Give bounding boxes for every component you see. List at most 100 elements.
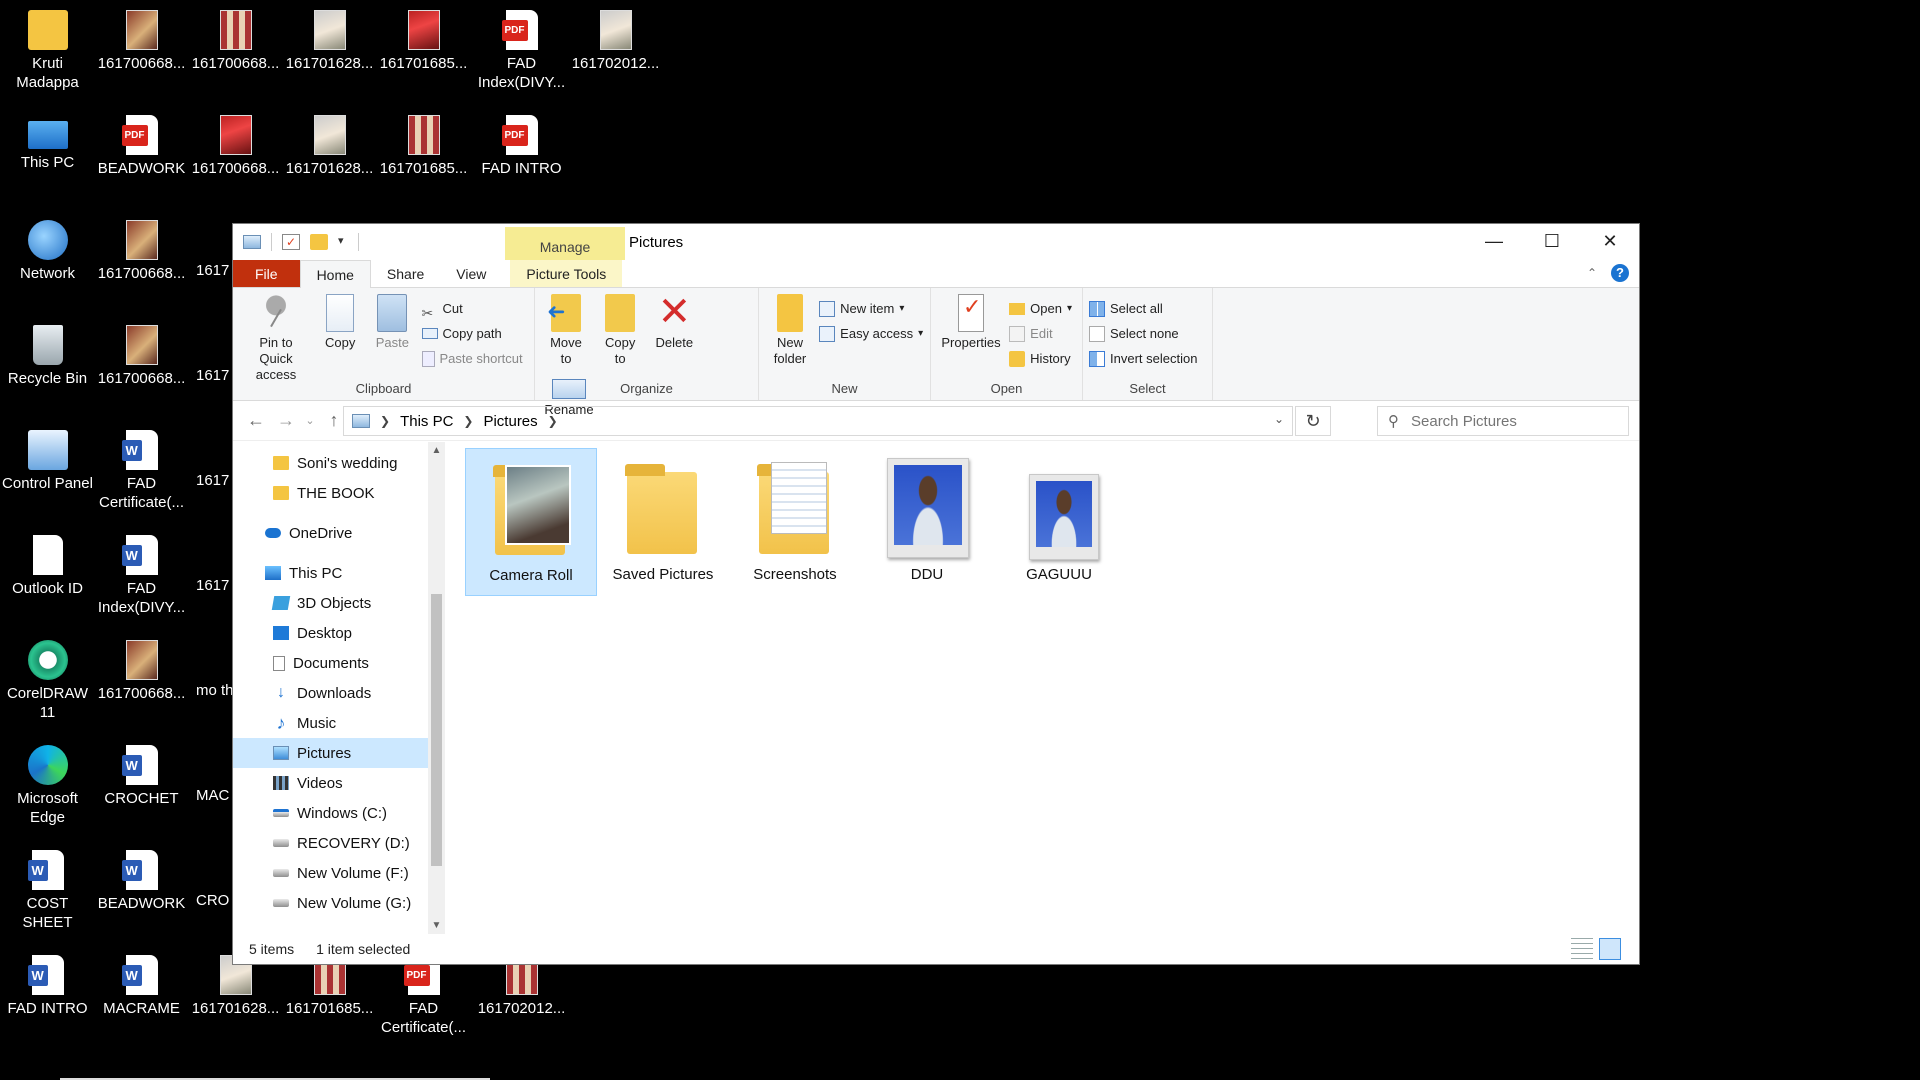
nav-item-music[interactable]: ♪ Music (233, 708, 428, 738)
desktop-icon-microsoft-edge[interactable]: Microsoft Edge (0, 739, 95, 839)
desktop-icon-beadwork-doc[interactable]: BEADWORK (94, 844, 189, 944)
desktop-icon-outlook-id[interactable]: Outlook ID (0, 529, 95, 629)
tab-share[interactable]: Share (371, 260, 440, 287)
new-folder-icon[interactable] (310, 234, 328, 250)
close-button[interactable]: ✕ (1581, 224, 1639, 260)
search-box[interactable]: ⚲ (1377, 406, 1629, 436)
chevron-down-icon[interactable]: ▾ (338, 234, 348, 250)
nav-item-onedrive[interactable]: OneDrive (233, 518, 428, 548)
history-button[interactable]: History (1009, 346, 1072, 371)
navigation-scrollbar[interactable]: ▲ ▼ (428, 442, 445, 934)
nav-item-new-volume-g[interactable]: New Volume (G:) (233, 888, 428, 918)
desktop-icon-fad-index-pdf[interactable]: FAD Index(DIVY... (474, 4, 569, 104)
tab-manage[interactable]: Manage (505, 227, 625, 260)
nav-item-pictures[interactable]: Pictures (233, 738, 428, 768)
tab-picture-tools[interactable]: Picture Tools (510, 260, 623, 287)
nav-item-documents[interactable]: Documents (233, 648, 428, 678)
edit-button[interactable]: Edit (1009, 321, 1072, 346)
desktop-icon-this-pc[interactable]: This PC (0, 109, 95, 209)
chevron-right-icon[interactable]: ❯ (463, 414, 473, 428)
nav-item-the-book[interactable]: THE BOOK (233, 478, 428, 508)
new-item-button[interactable]: New item ▾ (819, 296, 923, 321)
refresh-button[interactable]: ↻ (1295, 406, 1331, 436)
copy-path-button[interactable]: Copy path (421, 321, 523, 346)
desktop-icon-image[interactable]: 161701685... (376, 109, 471, 209)
cut-button[interactable]: ✂ Cut (422, 296, 523, 321)
file-item-saved-pictures[interactable]: Saved Pictures (597, 448, 729, 596)
tab-file[interactable]: File (233, 260, 300, 287)
desktop-icon-network[interactable]: Network (0, 214, 95, 314)
collapse-ribbon-icon[interactable]: ⌃ (1587, 266, 1597, 280)
recent-locations-button[interactable]: ⌄ (301, 414, 319, 427)
nav-item-desktop[interactable]: Desktop (233, 618, 428, 648)
paste-button[interactable]: Paste (370, 292, 414, 351)
tab-view[interactable]: View (440, 260, 502, 287)
desktop-icon-image[interactable]: 161701628... (282, 109, 377, 209)
desktop-icon-image[interactable]: 161700668... (188, 4, 283, 104)
desktop-icon-image[interactable]: 161701685... (376, 4, 471, 104)
delete-button[interactable]: ✕ Delete (652, 292, 696, 351)
desktop-icon-recycle-bin[interactable]: Recycle Bin (0, 319, 95, 419)
select-none-button[interactable]: Select none (1089, 321, 1197, 346)
desktop-icon-image[interactable]: 161700668... (94, 319, 189, 419)
invert-selection-button[interactable]: Invert selection (1089, 346, 1197, 371)
breadcrumb-this-pc[interactable]: This PC (400, 413, 453, 430)
chevron-right-icon[interactable]: ❯ (548, 414, 558, 428)
search-input[interactable] (1411, 412, 1591, 430)
desktop-icon-fad-intro-pdf[interactable]: FAD INTRO (474, 109, 569, 209)
new-folder-button[interactable]: New folder (768, 292, 812, 367)
back-button[interactable]: ← (241, 410, 271, 431)
copy-button[interactable]: Copy (320, 292, 360, 351)
tab-home[interactable]: Home (299, 260, 371, 289)
file-item-ddu[interactable]: DDU (861, 448, 993, 596)
nav-item-downloads[interactable]: ↓ Downloads (233, 678, 428, 708)
desktop-icon-beadwork-pdf[interactable]: BEADWORK (94, 109, 189, 209)
properties-check-icon[interactable]: ✓ (282, 234, 300, 250)
desktop-icon-image[interactable]: 161700668... (94, 214, 189, 314)
nav-item-videos[interactable]: Videos (233, 768, 428, 798)
desktop-icon-crochet[interactable]: CROCHET (94, 739, 189, 839)
chevron-right-icon[interactable]: ❯ (380, 414, 390, 428)
nav-item-new-volume-f[interactable]: New Volume (F:) (233, 858, 428, 888)
nav-item-this-pc[interactable]: This PC (233, 558, 428, 588)
desktop-icon-fad-certificate-doc[interactable]: FAD Certificate(... (94, 424, 189, 524)
minimize-button[interactable]: — (1465, 224, 1523, 260)
desktop-icon-control-panel[interactable]: Control Panel (0, 424, 95, 524)
desktop-icon-image[interactable]: 161700668... (188, 109, 283, 209)
file-item-camera-roll[interactable]: Camera Roll (465, 448, 597, 596)
paste-shortcut-button[interactable]: Paste shortcut (421, 346, 523, 371)
address-bar[interactable]: ❯ This PC ❯ Pictures ❯ ⌄ (343, 406, 1293, 436)
desktop-icon-kruti-madappa[interactable]: Kruti Madappa (0, 4, 95, 104)
select-all-button[interactable]: Select all (1089, 296, 1197, 321)
file-item-gaguuu[interactable]: GAGUUU (993, 448, 1125, 596)
nav-item-3d-objects[interactable]: 3D Objects (233, 588, 428, 618)
scrollbar-thumb[interactable] (431, 594, 442, 866)
large-icons-view-button[interactable] (1599, 938, 1621, 960)
desktop-icon-image[interactable]: 161700668... (94, 4, 189, 104)
open-button[interactable]: Open ▾ (1009, 296, 1072, 321)
pin-to-quick-access-button[interactable]: Pin to Quick access (242, 292, 310, 383)
nav-item-recovery-d[interactable]: RECOVERY (D:) (233, 828, 428, 858)
copy-to-button[interactable]: Copy to (598, 292, 642, 367)
help-icon[interactable]: ? (1611, 264, 1629, 282)
details-view-button[interactable] (1571, 938, 1593, 960)
file-item-screenshots[interactable]: Screenshots (729, 448, 861, 596)
maximize-button[interactable]: ☐ (1523, 224, 1581, 260)
nav-item-windows-c[interactable]: Windows (C:) (233, 798, 428, 828)
desktop-icon-cost-sheet[interactable]: COST SHEET (0, 844, 95, 944)
scroll-up-icon[interactable]: ▲ (428, 442, 445, 459)
desktop-icon-macrame[interactable]: MACRAME (94, 949, 189, 1049)
move-to-button[interactable]: Move to (544, 292, 588, 367)
easy-access-button[interactable]: Easy access ▾ (819, 321, 923, 346)
desktop-icon-image[interactable]: 161702012... (568, 4, 663, 104)
desktop-icon-fad-index-doc[interactable]: FAD Index(DIVY... (94, 529, 189, 629)
nav-item-sonis-wedding[interactable]: Soni's wedding (233, 448, 428, 478)
desktop-icon-image[interactable]: 161700668... (94, 634, 189, 734)
scroll-down-icon[interactable]: ▼ (428, 917, 445, 934)
desktop-icon-image[interactable]: 161701628... (282, 4, 377, 104)
desktop-icon-coreldraw[interactable]: CorelDRAW 11 (0, 634, 95, 734)
forward-button[interactable]: → (271, 410, 301, 431)
breadcrumb-pictures[interactable]: Pictures (483, 413, 537, 430)
desktop-icon-fad-intro-doc[interactable]: FAD INTRO (0, 949, 95, 1049)
window-icon[interactable] (243, 235, 261, 249)
